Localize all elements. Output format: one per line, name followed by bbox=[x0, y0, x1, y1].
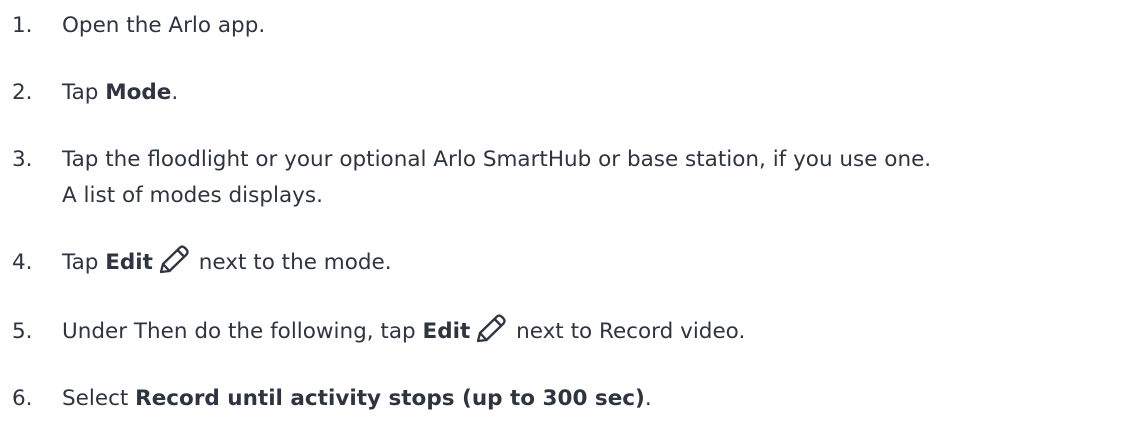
mode-label: Mode bbox=[105, 80, 172, 105]
step-number: 6. bbox=[12, 386, 33, 411]
step-text-pre: Tap bbox=[62, 80, 106, 105]
step-text-post: . bbox=[644, 386, 652, 411]
edit-label: Edit bbox=[422, 319, 471, 344]
step-text-post: next to Record video. bbox=[509, 319, 746, 344]
pencil-icon bbox=[159, 245, 189, 274]
step-text-post: . bbox=[171, 80, 179, 105]
step-text: Tap the floodlight or your optional Arlo… bbox=[62, 142, 931, 214]
pencil-icon bbox=[477, 314, 506, 343]
step-text: Tap Edit next to the mode. bbox=[62, 245, 392, 281]
edit-label: Edit bbox=[105, 250, 153, 275]
step-number: 4. bbox=[12, 250, 33, 275]
step-text-line-1: Tap the floodlight or your optional Arlo… bbox=[62, 147, 932, 172]
step-text: Under Then do the following, tap Edit ne… bbox=[62, 314, 745, 350]
step-text: Open the Arlo app. bbox=[62, 13, 266, 38]
step-text: Select Record until activity stops (up t… bbox=[62, 381, 652, 417]
step-number: 3. bbox=[12, 147, 33, 172]
step-text-pre: Select bbox=[62, 386, 136, 411]
step-text-post: next to the mode. bbox=[191, 250, 392, 275]
step-number: 1. bbox=[12, 13, 33, 38]
step-text: Tap Mode. bbox=[62, 75, 178, 111]
step-text-line-2: A list of modes displays. bbox=[62, 183, 323, 208]
step-text-pre: Tap bbox=[62, 250, 106, 275]
step-text-pre: Under Then do the following, tap bbox=[62, 319, 423, 344]
step-number: 5. bbox=[12, 319, 33, 344]
step-number: 2. bbox=[12, 80, 33, 105]
record-option-label: Record until activity stops (up to 300 s… bbox=[135, 386, 645, 411]
